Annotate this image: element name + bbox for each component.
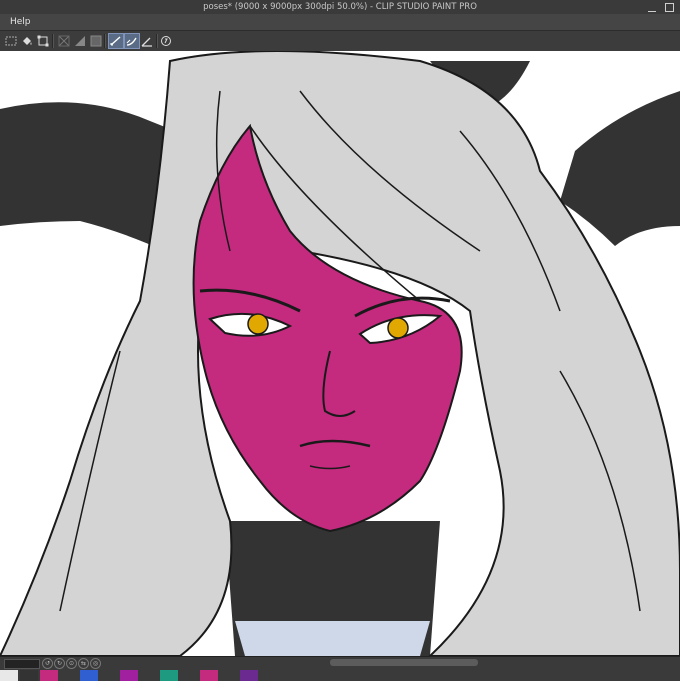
color-swatch[interactable] [160, 670, 178, 681]
color-swatch[interactable] [240, 670, 258, 681]
menu-bar: Help [0, 14, 680, 30]
reset-icon[interactable]: ⊙ [66, 658, 77, 669]
color-swatch[interactable] [180, 670, 198, 681]
angle-ruler-icon[interactable] [140, 34, 154, 48]
color-swatch[interactable] [0, 670, 18, 681]
minimize-icon[interactable] [648, 3, 656, 12]
shirt [235, 621, 430, 656]
layer-mask-icon[interactable] [89, 34, 103, 48]
transform-icon[interactable] [36, 34, 50, 48]
status-bar: ↺ ↻ ⊙ ⇆ ◎ [0, 656, 680, 681]
color-swatches [0, 670, 680, 681]
color-swatch[interactable] [120, 670, 138, 681]
drawing-canvas[interactable] [0, 51, 680, 656]
fill-bucket-icon[interactable] [20, 34, 34, 48]
ruler-snap-icon[interactable] [108, 33, 124, 49]
menu-item-help[interactable]: Help [10, 14, 31, 30]
flip-icon[interactable]: ⇆ [78, 658, 89, 669]
color-swatch[interactable] [100, 670, 118, 681]
color-swatch[interactable] [140, 670, 158, 681]
left-iris [247, 313, 269, 335]
mirror-icon[interactable]: ◎ [90, 658, 101, 669]
perspective-snap-icon[interactable] [124, 33, 140, 49]
crop-icon[interactable] [57, 34, 71, 48]
zoom-field[interactable] [4, 659, 40, 669]
gradient-icon[interactable] [73, 34, 87, 48]
color-swatch[interactable] [20, 670, 38, 681]
command-bar [0, 30, 680, 52]
toolbar-separator [156, 34, 158, 48]
color-swatch[interactable] [40, 670, 58, 681]
selection-fill-icon[interactable] [4, 34, 18, 48]
rotate-left-icon[interactable]: ↺ [42, 658, 53, 669]
window-title: poses* (9000 x 9000px 300dpi 50.0%) - CL… [203, 2, 477, 12]
color-swatch[interactable] [80, 670, 98, 681]
horizontal-scrollbar[interactable] [330, 659, 478, 666]
maximize-icon[interactable] [665, 3, 674, 12]
rotate-right-icon[interactable]: ↻ [54, 658, 65, 669]
right-horn [560, 91, 680, 246]
toolbar-separator [104, 34, 106, 48]
title-bar: poses* (9000 x 9000px 300dpi 50.0%) - CL… [0, 0, 680, 14]
color-swatch[interactable] [260, 670, 278, 681]
toolbar-separator [52, 34, 54, 48]
color-swatch[interactable] [200, 670, 218, 681]
color-swatch[interactable] [220, 670, 238, 681]
color-swatch[interactable] [60, 670, 78, 681]
left-horn [0, 102, 175, 251]
zoom-icon[interactable] [159, 34, 173, 48]
right-iris [387, 317, 409, 339]
